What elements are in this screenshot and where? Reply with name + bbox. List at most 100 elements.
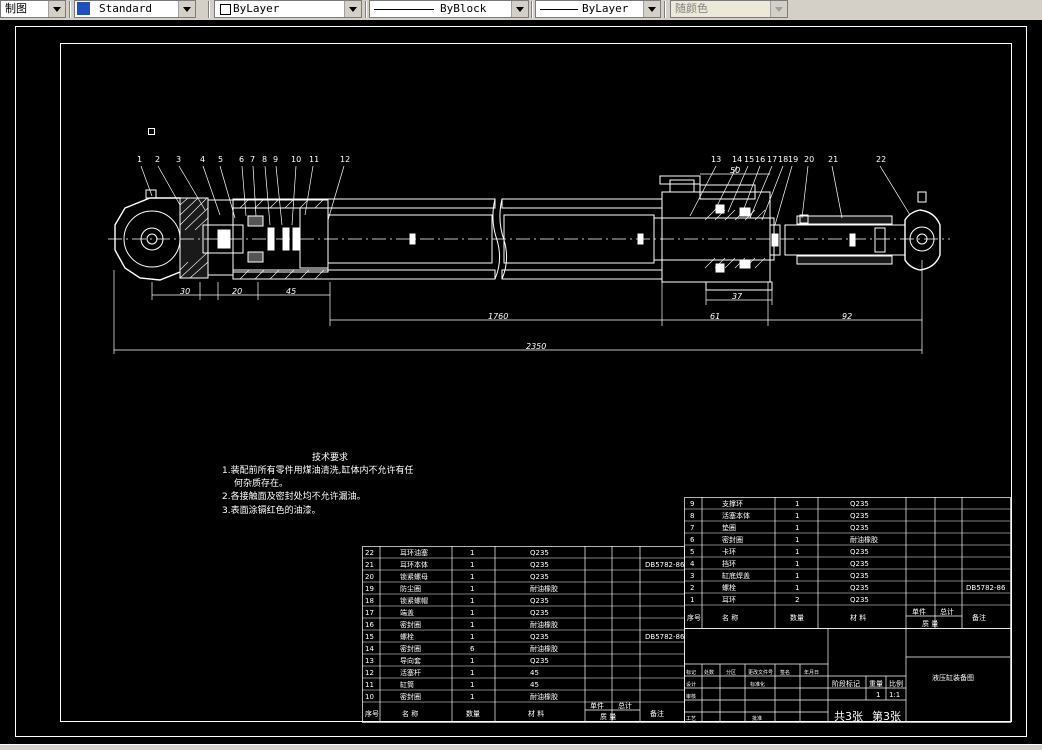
bom-cell-mat: Q235 — [530, 609, 549, 617]
bom-cell-no: 19 — [365, 585, 374, 593]
text-style-combo[interactable]: Standard — [74, 0, 196, 18]
tech-req-1: 1.装配前所有零件用煤油清洗,缸体内不允许有任 — [222, 464, 413, 476]
bom-cell-std: DB5782-86 — [966, 584, 1006, 592]
bom-cell-mat: 耐油橡胶 — [530, 584, 558, 593]
bom-cell-name: 垫圈 — [722, 523, 736, 532]
bom-cell-name: 密封圈 — [400, 644, 421, 653]
bom-cell-qty: 1 — [795, 500, 799, 508]
chevron-down-icon[interactable] — [511, 1, 528, 17]
bom-cell-mat: Q235 — [850, 596, 869, 604]
layer-combo[interactable]: ByLayer — [214, 0, 362, 18]
bom-cell-no: 20 — [365, 573, 374, 581]
design-label: 设计 — [686, 681, 696, 688]
process-label: 工艺 — [686, 716, 696, 722]
bom-cell-name: 端盖 — [400, 608, 414, 617]
leader-label: 16 — [755, 155, 765, 164]
bom-cell-mat: Q235 — [530, 573, 549, 581]
bom-cell-qty: 1 — [470, 609, 474, 617]
bom-cell-qty: 1 — [470, 681, 474, 689]
bom-cell-no: 16 — [365, 621, 374, 629]
bom-cell-qty: 1 — [470, 573, 474, 581]
bom-cell-no: 10 — [365, 693, 374, 701]
sheet-number: 第3张 — [872, 709, 901, 723]
status-bar — [0, 744, 1042, 750]
bom-cell-no: 6 — [690, 536, 695, 544]
view-label: 制图 — [5, 2, 27, 15]
bom-cell-mat: Q235 — [850, 512, 869, 520]
bom-left-hdr-no: 序号 — [365, 709, 379, 718]
bom-cell-qty: 1 — [795, 584, 799, 592]
bom-left-hdr-note: 备注 — [650, 709, 664, 718]
bom-cell-name: 密封圈 — [400, 620, 421, 629]
chevron-down-icon[interactable] — [643, 1, 660, 17]
tech-req-1b: 何杂质存在。 — [234, 477, 288, 489]
bom-cell-no: 8 — [690, 512, 694, 520]
bom-cell-name: 耳环 — [722, 596, 736, 604]
dimension-texts: 30 20 45 1760 61 92 2350 37 50 — [180, 166, 852, 351]
bom-cell-no: 17 — [365, 609, 374, 617]
bom-right-header: 序号 名 称 数量 材 料 单件 总计 质 量 备注 — [687, 607, 986, 628]
bom-cell-name: 挡环 — [722, 559, 736, 568]
chevron-down-icon[interactable] — [770, 1, 787, 17]
lineweight-combo[interactable]: ByLayer — [535, 0, 661, 18]
tech-req-title: 技术要求 — [312, 451, 348, 463]
view-combo[interactable]: 制图 — [0, 0, 66, 18]
dim-2350: 2350 — [526, 342, 546, 351]
bom-right-hdr-no: 序号 — [687, 613, 701, 622]
leader-labels-left: 1 2 3 4 5 6 7 8 9 10 11 12 — [137, 155, 350, 164]
bom-left-hdr-qty: 数量 — [466, 709, 480, 718]
bom-cell-mat: Q235 — [530, 657, 549, 665]
approve-label: 批准 — [752, 715, 762, 722]
bom-cell-mat: 45 — [530, 669, 539, 677]
leader-label: 4 — [200, 155, 205, 164]
sign-label: 签名 — [780, 669, 790, 676]
linetype-combo[interactable]: ByBlock — [369, 0, 529, 18]
bom-cell-name: 支撑环 — [722, 499, 743, 508]
leader-label: 1 — [137, 155, 142, 164]
weight-label: 重量 — [869, 680, 883, 688]
bom-cell-mat: 耐油橡胶 — [530, 620, 558, 629]
bom-cell-name: 密封圈 — [722, 535, 743, 544]
toolbar-separator — [531, 1, 533, 18]
chevron-down-icon[interactable] — [178, 1, 195, 17]
leader-label: 20 — [804, 155, 814, 164]
bom-cell-name: 缸筒 — [400, 680, 414, 689]
bom-right-hdr-qty: 数量 — [790, 613, 804, 622]
drawing-canvas[interactable]: 1 2 3 4 5 6 7 8 9 10 11 12 13 14 15 16 1… — [0, 20, 1042, 744]
inner-frame — [60, 43, 1012, 722]
bom-cell-qty: 1 — [795, 536, 799, 544]
chevron-down-icon[interactable] — [344, 1, 361, 17]
ucs-marker — [148, 128, 155, 135]
bom-cell-name: 卡环 — [722, 547, 736, 556]
bom-cell-mat: 耐油橡胶 — [530, 644, 558, 653]
bom-cell-qty: 1 — [470, 657, 474, 665]
tech-req-2: 2.各接触面及密封处均不允许漏油。 — [222, 490, 366, 502]
bom-cell-name: 锁紧螺母 — [400, 572, 428, 581]
bom-cell-no: 7 — [690, 524, 694, 532]
leader-label: 3 — [176, 155, 181, 164]
leader-label: 21 — [828, 155, 838, 164]
tech-req-3: 3.表面涂镉红色的油漆。 — [222, 504, 321, 516]
bom-left-header: 序号 名 称 数量 材 料 单件 总计 质 量 备注 — [365, 701, 664, 721]
dim-61: 61 — [710, 312, 720, 321]
bom-right-hdr-mat: 材 料 — [850, 613, 866, 622]
text-style-icon — [77, 2, 90, 15]
bom-right-hdr-note: 备注 — [972, 613, 986, 622]
dim-1760: 1760 — [488, 312, 508, 321]
chevron-down-icon[interactable] — [48, 1, 65, 17]
bom-cell-qty: 6 — [470, 645, 475, 653]
dim-92: 92 — [842, 312, 852, 321]
bom-cell-no: 1 — [690, 596, 694, 604]
bom-cell-qty: 1 — [470, 585, 474, 593]
plot-style-combo[interactable]: 随颜色 — [670, 0, 788, 18]
color-swatch-icon — [220, 4, 231, 15]
bom-cell-name: 缸底焊盖 — [722, 571, 750, 580]
toolbar-separator — [664, 1, 666, 18]
toolbar-separator — [69, 1, 71, 18]
area-label: 分区 — [726, 669, 736, 676]
plot-style-value: 随颜色 — [675, 2, 708, 15]
bom-cell-mat: Q235 — [850, 548, 869, 556]
bom-cell-mat: 45 — [530, 681, 539, 689]
bom-right-hdr-total: 总计 — [940, 607, 954, 616]
bom-cell-mat: Q235 — [530, 633, 549, 641]
